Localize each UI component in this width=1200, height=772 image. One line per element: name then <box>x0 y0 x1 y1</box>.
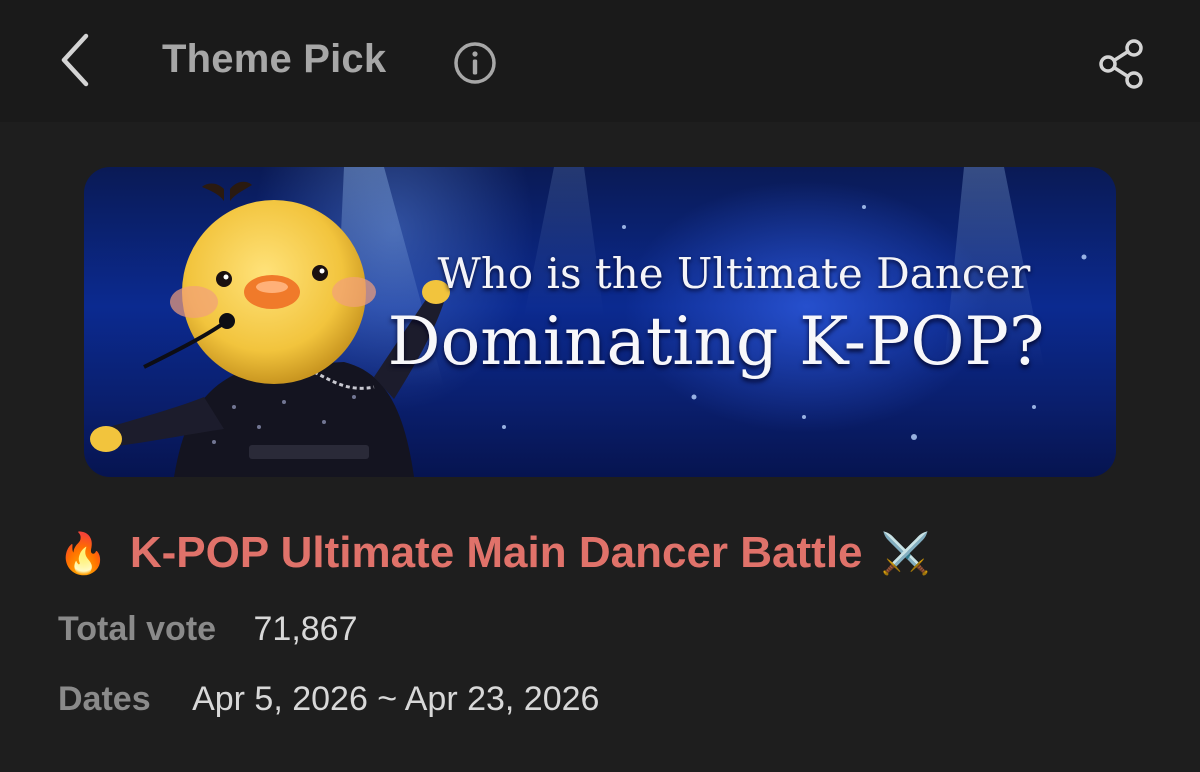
page-title: Theme Pick <box>162 37 387 81</box>
total-vote-value: 71,867 <box>253 610 358 648</box>
theme-banner[interactable]: Who is the Ultimate Dancer Dominating K-… <box>84 167 1116 477</box>
total-vote-row: Total vote 71,867 <box>58 610 358 649</box>
theme-title: 🔥 K-POP Ultimate Main Dancer Battle ⚔️ <box>58 528 930 578</box>
dates-row: Dates Apr 5, 2026 ~ Apr 23, 2026 <box>58 680 599 719</box>
banner-headline-line2: Dominating K-POP? <box>387 303 1045 380</box>
share-button[interactable] <box>1094 36 1150 92</box>
top-bar: Theme Pick <box>0 0 1200 122</box>
dates-label: Dates <box>58 680 151 718</box>
banner-headline-line1: Who is the Ultimate Dancer <box>437 249 1031 298</box>
back-button[interactable] <box>44 28 108 92</box>
chevron-left-icon <box>61 33 89 87</box>
dates-value: Apr 5, 2026 ~ Apr 23, 2026 <box>192 680 600 718</box>
info-button[interactable] <box>452 40 498 86</box>
info-icon <box>454 42 496 84</box>
fire-icon: 🔥 <box>58 531 108 576</box>
share-icon <box>1099 39 1143 89</box>
theme-title-text: K-POP Ultimate Main Dancer Battle <box>129 528 863 577</box>
crossed-swords-icon: ⚔️ <box>880 531 931 576</box>
total-vote-label: Total vote <box>58 610 217 648</box>
